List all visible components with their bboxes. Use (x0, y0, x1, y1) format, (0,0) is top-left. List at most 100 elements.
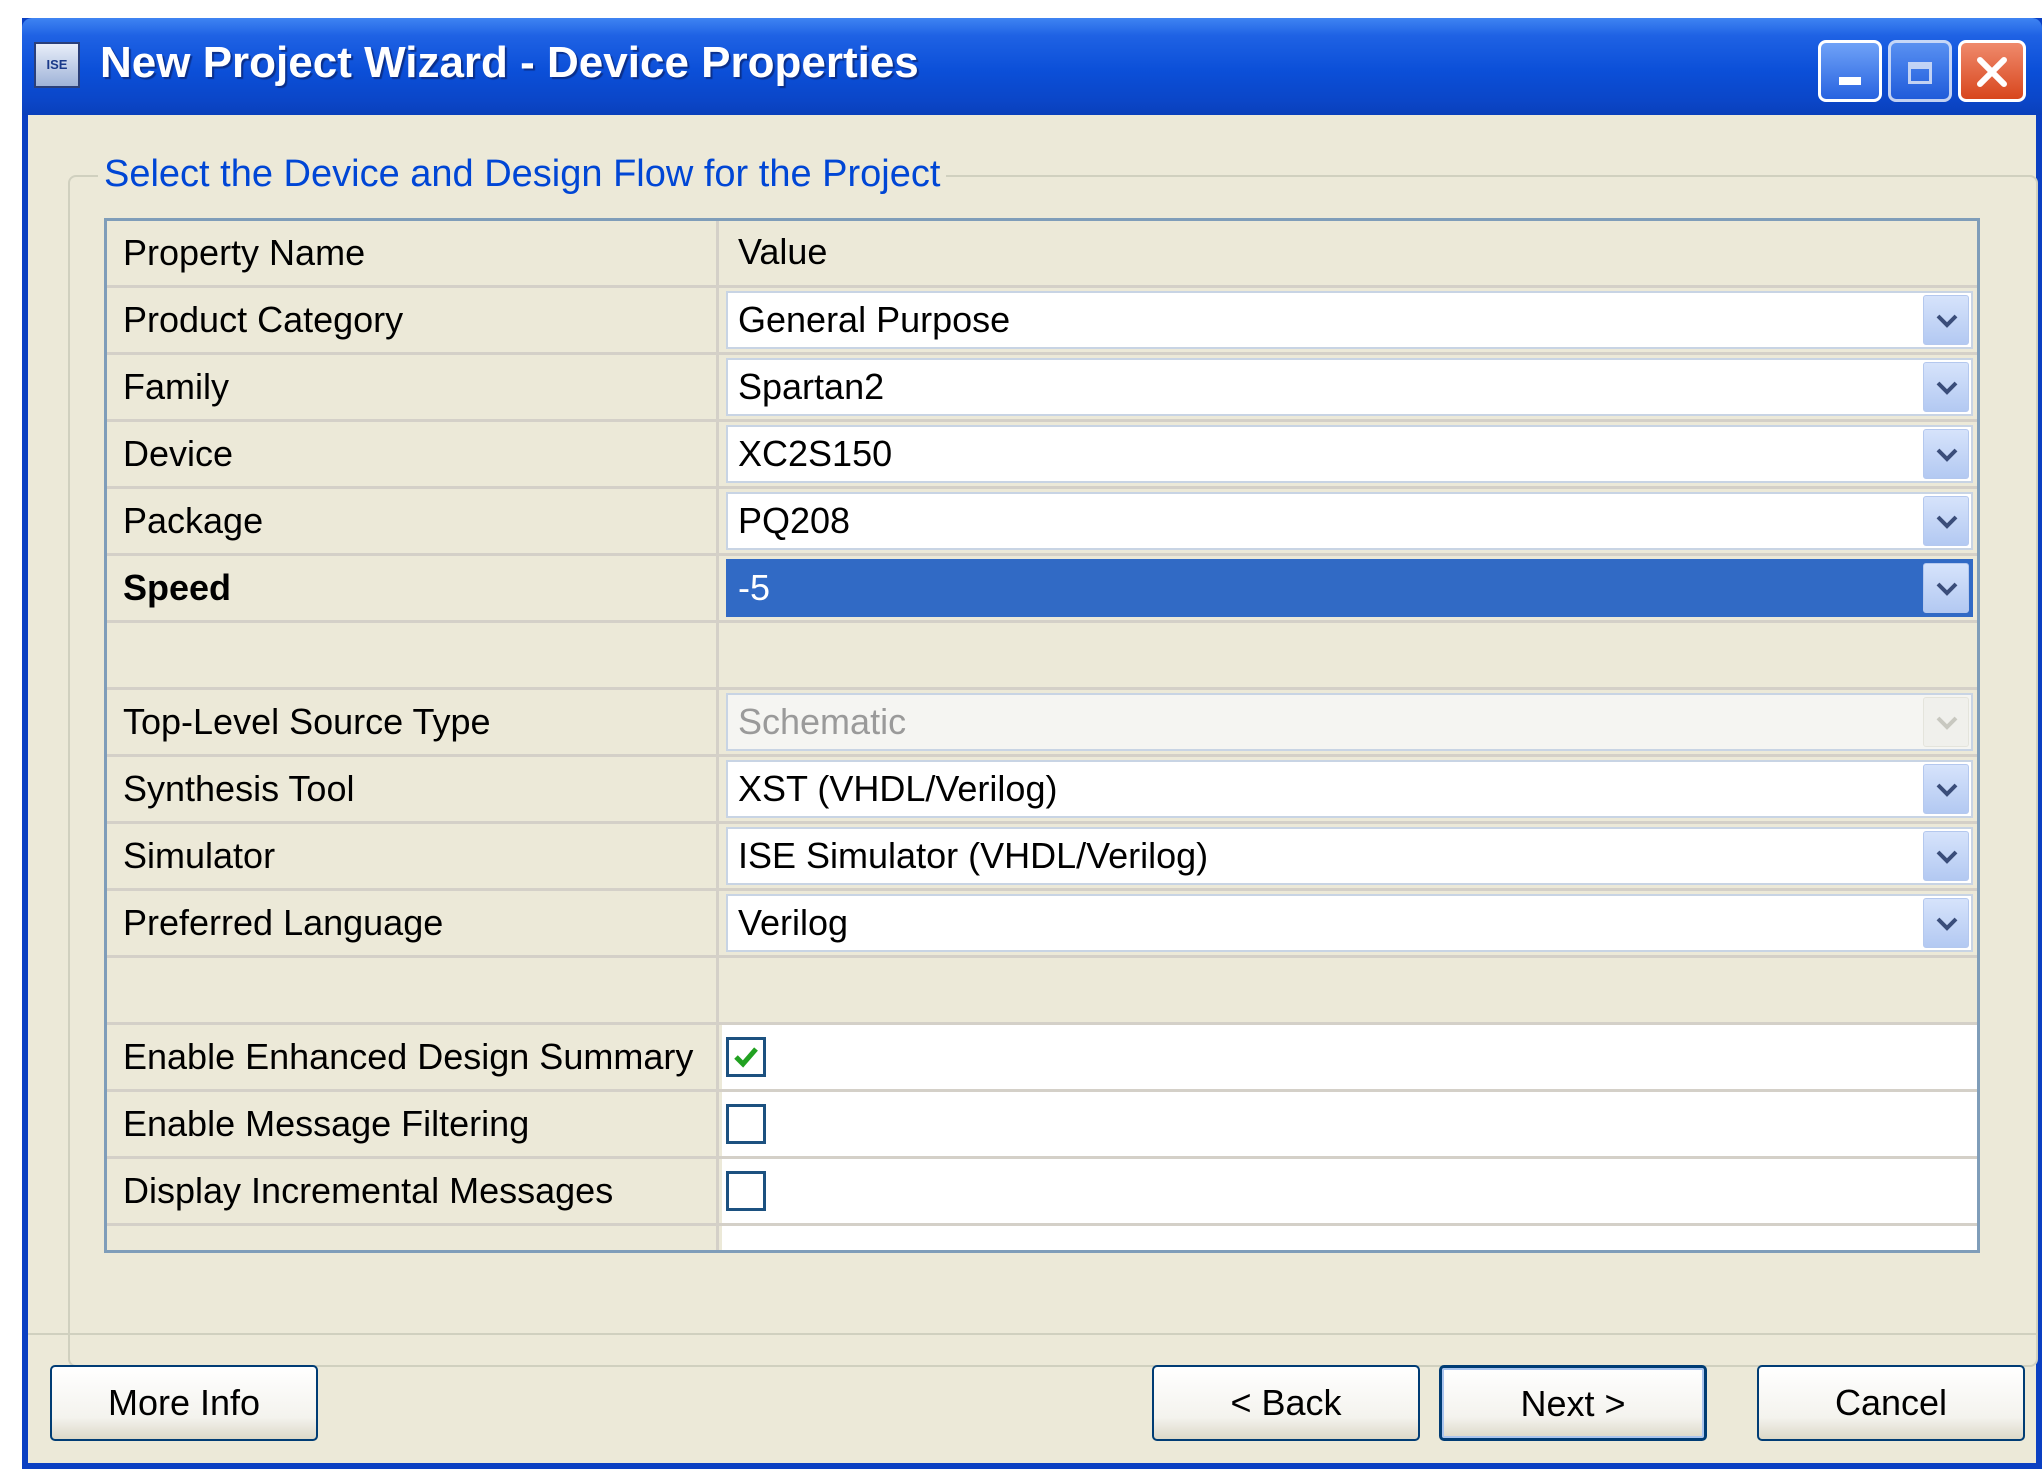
empty-cell (107, 1226, 719, 1250)
empty-cell (107, 958, 719, 1022)
preferred-language-cell: Verilog (722, 891, 1977, 955)
property-row-package[interactable]: Package PQ208 (107, 489, 1977, 556)
device-cell: XC2S150 (722, 422, 1977, 486)
property-row-simulator[interactable]: Simulator ISE Simulator (VHDL/Verilog) (107, 824, 1977, 891)
package-select[interactable]: PQ208 (726, 492, 1973, 550)
selected-value: -5 (738, 567, 771, 608)
chevron-down-icon (1936, 783, 1958, 797)
back-button[interactable]: < Back (1152, 1365, 1420, 1441)
minimize-button[interactable] (1818, 40, 1882, 102)
close-icon (1977, 57, 2007, 87)
empty-cell (722, 1226, 1977, 1250)
more-info-button[interactable]: More Info (50, 1365, 318, 1441)
selected-value: Spartan2 (738, 366, 885, 407)
group-box-legend: Select the Device and Design Flow for th… (98, 153, 947, 196)
message-filtering-checkbox[interactable] (726, 1104, 766, 1144)
message-filtering-cell (722, 1092, 1977, 1156)
next-button[interactable]: Next > (1439, 1365, 1707, 1441)
simulator-cell: ISE Simulator (VHDL/Verilog) (722, 824, 1977, 888)
property-name: Package (107, 489, 719, 553)
property-name: Speed (107, 556, 719, 620)
family-cell: Spartan2 (722, 355, 1977, 419)
top-level-source-type-select: Schematic (726, 693, 1973, 751)
chevron-down-icon (1936, 582, 1958, 596)
selected-value: PQ208 (738, 500, 851, 541)
property-row-family[interactable]: Family Spartan2 (107, 355, 1977, 422)
dropdown-button[interactable] (1923, 295, 1969, 345)
property-name: Display Incremental Messages (107, 1159, 719, 1223)
package-cell: PQ208 (722, 489, 1977, 553)
property-name: Preferred Language (107, 891, 719, 955)
spacer-row (107, 623, 1977, 690)
maximize-icon (1908, 62, 1932, 84)
incremental-messages-cell (722, 1159, 1977, 1223)
synthesis-tool-select[interactable]: XST (VHDL/Verilog) (726, 760, 1973, 818)
dropdown-button[interactable] (1923, 898, 1969, 948)
dropdown-button[interactable] (1923, 764, 1969, 814)
spacer-row (107, 958, 1977, 1025)
selected-value: XST (VHDL/Verilog) (738, 768, 1058, 809)
property-row-speed[interactable]: Speed -5 (107, 556, 1977, 623)
property-name: Enable Message Filtering (107, 1092, 719, 1156)
window-title: New Project Wizard - Device Properties (100, 38, 919, 87)
product-category-select[interactable]: General Purpose (726, 291, 1973, 349)
property-name: Product Category (107, 288, 719, 352)
empty-cell (107, 623, 719, 687)
property-row-synthesis-tool[interactable]: Synthesis Tool XST (VHDL/Verilog) (107, 757, 1977, 824)
close-button[interactable] (1958, 40, 2026, 102)
property-name: Top-Level Source Type (107, 690, 719, 754)
preferred-language-select[interactable]: Verilog (726, 894, 1973, 952)
property-row-product-category[interactable]: Product Category General Purpose (107, 288, 1977, 355)
property-name: Synthesis Tool (107, 757, 719, 821)
selected-value: ISE Simulator (VHDL/Verilog) (738, 835, 1209, 876)
chevron-down-icon (1936, 716, 1958, 730)
property-name: Simulator (107, 824, 719, 888)
property-row-enable-message-filtering[interactable]: Enable Message Filtering (107, 1092, 1977, 1159)
dropdown-button[interactable] (1923, 831, 1969, 881)
dropdown-button[interactable] (1923, 362, 1969, 412)
property-name: Enable Enhanced Design Summary (107, 1025, 719, 1089)
chevron-down-icon (1936, 917, 1958, 931)
device-select[interactable]: XC2S150 (726, 425, 1973, 483)
maximize-button (1888, 40, 1952, 102)
header-value-label: Value (738, 231, 828, 272)
chevron-down-icon (1936, 314, 1958, 328)
selected-value: General Purpose (738, 299, 1011, 340)
title-bar[interactable]: ISE New Project Wizard - Device Properti… (22, 18, 2042, 115)
property-row-preferred-language[interactable]: Preferred Language Verilog (107, 891, 1977, 958)
header-property-name: Property Name (107, 221, 719, 285)
selected-value: XC2S150 (738, 433, 893, 474)
check-mark-icon (734, 1047, 758, 1068)
speed-cell: -5 (722, 556, 1977, 620)
property-name: Family (107, 355, 719, 419)
wizard-window: ISE New Project Wizard - Device Properti… (22, 18, 2042, 1469)
property-name: Device (107, 422, 719, 486)
spacer-row (107, 1226, 1977, 1250)
top-level-source-type-cell: Schematic (722, 690, 1977, 754)
property-row-enable-enhanced-design-summary[interactable]: Enable Enhanced Design Summary (107, 1025, 1977, 1092)
incremental-messages-checkbox[interactable] (726, 1171, 766, 1211)
dropdown-button[interactable] (1923, 563, 1969, 613)
chevron-down-icon (1936, 515, 1958, 529)
chevron-down-icon (1936, 850, 1958, 864)
product-category-cell: General Purpose (722, 288, 1977, 352)
enhanced-design-summary-checkbox[interactable] (726, 1037, 766, 1077)
property-grid: Property Name Value Product Category Gen… (104, 218, 1980, 1253)
chevron-down-icon (1936, 381, 1958, 395)
dropdown-button[interactable] (1923, 496, 1969, 546)
dropdown-button (1923, 697, 1969, 747)
speed-select[interactable]: -5 (726, 559, 1973, 617)
simulator-select[interactable]: ISE Simulator (VHDL/Verilog) (726, 827, 1973, 885)
selected-value: Schematic (738, 701, 907, 742)
property-row-top-level-source-type: Top-Level Source Type Schematic (107, 690, 1977, 757)
property-row-display-incremental-messages[interactable]: Display Incremental Messages (107, 1159, 1977, 1226)
cancel-button[interactable]: Cancel (1757, 1365, 2025, 1441)
family-select[interactable]: Spartan2 (726, 358, 1973, 416)
dropdown-button[interactable] (1923, 429, 1969, 479)
property-row-device[interactable]: Device XC2S150 (107, 422, 1977, 489)
ise-app-icon: ISE (34, 42, 80, 88)
synthesis-tool-cell: XST (VHDL/Verilog) (722, 757, 1977, 821)
grid-header-row: Property Name Value (107, 221, 1977, 288)
dialog-client-area: Select the Device and Design Flow for th… (28, 115, 2038, 1463)
enhanced-design-summary-cell (722, 1025, 1977, 1089)
